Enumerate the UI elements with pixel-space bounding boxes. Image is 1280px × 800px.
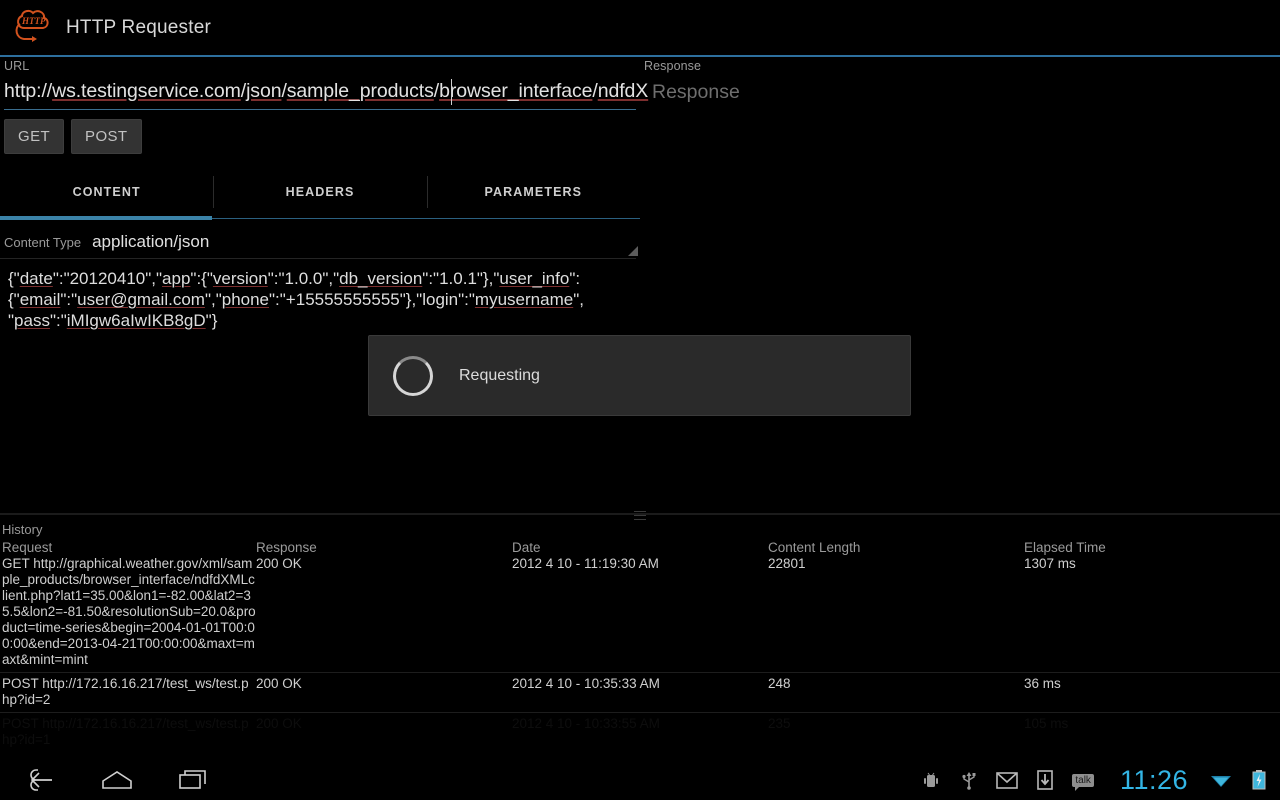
cell-response: 200 OK [256,676,302,691]
response-label: Response [644,59,702,73]
tab-bar: CONTENT HEADERS PARAMETERS [0,168,640,216]
cell-elapsed: 36 ms [1024,676,1061,691]
history-title: History [2,522,43,537]
tab-content[interactable]: CONTENT [0,168,213,216]
requesting-dialog: Requesting [368,335,911,416]
battery-charging-icon [1248,769,1270,791]
url-input[interactable]: http://ws.testingservice.com/json/sample… [4,74,648,110]
cell-request: POST http://172.16.16.217/test_ws/test.p… [2,716,249,747]
cell-content-length: 248 [768,676,791,691]
request-pane: URL http://ws.testingservice.com/json/sa… [0,57,648,331]
row-divider [0,712,1280,713]
response-placeholder: Response [652,80,740,103]
cell-content-length: 235 [768,716,791,731]
history-row[interactable]: POST http://172.16.16.217/test_ws/test.p… [0,716,1280,748]
dialog-message: Requesting [459,366,540,384]
status-clock: 11:26 [1119,764,1188,795]
back-arrow-icon[interactable] [24,767,58,793]
http-cloud-logo-icon: HTTP [15,9,49,42]
content-type-label: Content Type [4,235,82,250]
download-icon [1034,769,1056,791]
history-row[interactable]: POST http://172.16.16.217/test_ws/test.p… [0,676,1280,708]
pane-divider-handle[interactable] [634,508,646,520]
col-elapsed-time: Elapsed Time [1024,540,1106,555]
recent-apps-icon[interactable] [176,767,210,793]
url-input-value: http://ws.testingservice.com/json/sample… [4,80,649,102]
text-cursor [451,79,452,105]
method-buttons: GET POST [0,110,640,154]
cell-request: POST http://172.16.16.217/test_ws/test.p… [2,676,249,707]
cell-date: 2012 4 10 - 10:35:33 AM [512,676,660,691]
post-button[interactable]: POST [71,119,142,154]
content-type-row[interactable]: Content Type application/json [0,220,640,259]
row-divider [0,672,1280,673]
get-button[interactable]: GET [4,119,65,154]
content-type-rule [0,258,636,259]
col-request: Request [2,540,53,555]
cell-response: 200 OK [256,716,302,731]
col-date: Date [512,540,541,555]
cell-response: 200 OK [256,556,302,571]
response-pane: Response Response [640,57,1280,110]
cell-elapsed: 105 ms [1024,716,1069,731]
app-title: HTTP Requester [66,16,212,38]
usb-icon [958,769,980,791]
loading-spinner-icon [393,355,433,396]
status-icons: talk 11:26 [920,765,1280,796]
request-body-input[interactable]: {"date":"20120410","app":{"version":"1.0… [0,252,640,331]
cell-content-length: 22801 [768,556,806,571]
tab-parameters[interactable]: PARAMETERS [426,168,640,216]
spinner-triangle-icon [628,246,638,256]
history-section: History Request Response Date Content Le… [0,520,1280,760]
action-bar: HTTP HTTP Requester [0,0,1280,55]
app-screen: HTTP HTTP Requester URL http://ws.testin… [0,0,1280,800]
svg-text:HTTP: HTTP [21,16,46,26]
url-label: URL [4,59,30,73]
cell-request: GET http://graphical.weather.gov/xml/sam… [2,556,256,667]
nav-buttons [0,767,210,793]
tab-headers[interactable]: HEADERS [213,168,426,216]
cell-elapsed: 1307 ms [1024,556,1076,571]
talk-icon: talk [1072,773,1094,791]
cell-date: 2012 4 10 - 10:33:55 AM [512,716,660,731]
col-content-length: Content Length [768,540,861,555]
system-navigation-bar: talk 11:26 [0,760,1280,800]
response-output[interactable]: Response [644,74,1276,110]
cell-date: 2012 4 10 - 11:19:30 AM [512,556,659,571]
home-icon[interactable] [100,767,134,793]
gmail-icon [996,769,1019,791]
wifi-icon [1210,769,1232,791]
col-response: Response [256,540,317,555]
history-row[interactable]: GET http://graphical.weather.gov/xml/sam… [0,556,1280,668]
android-debug-icon [920,769,942,791]
history-header-row: Request Response Date Content Length Ela… [0,540,1280,556]
content-type-value: application/json [92,232,210,251]
